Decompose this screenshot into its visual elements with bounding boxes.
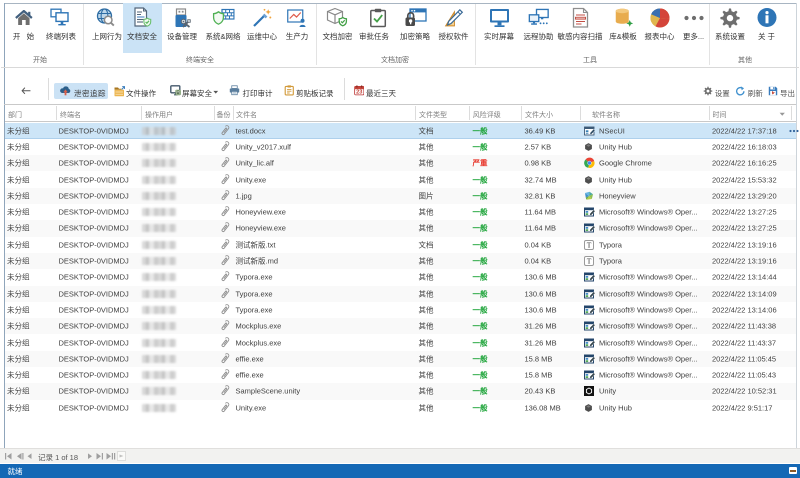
svg-text:T: T [586, 257, 591, 266]
svg-text:T: T [586, 240, 591, 249]
svg-text:23: 23 [356, 90, 362, 96]
